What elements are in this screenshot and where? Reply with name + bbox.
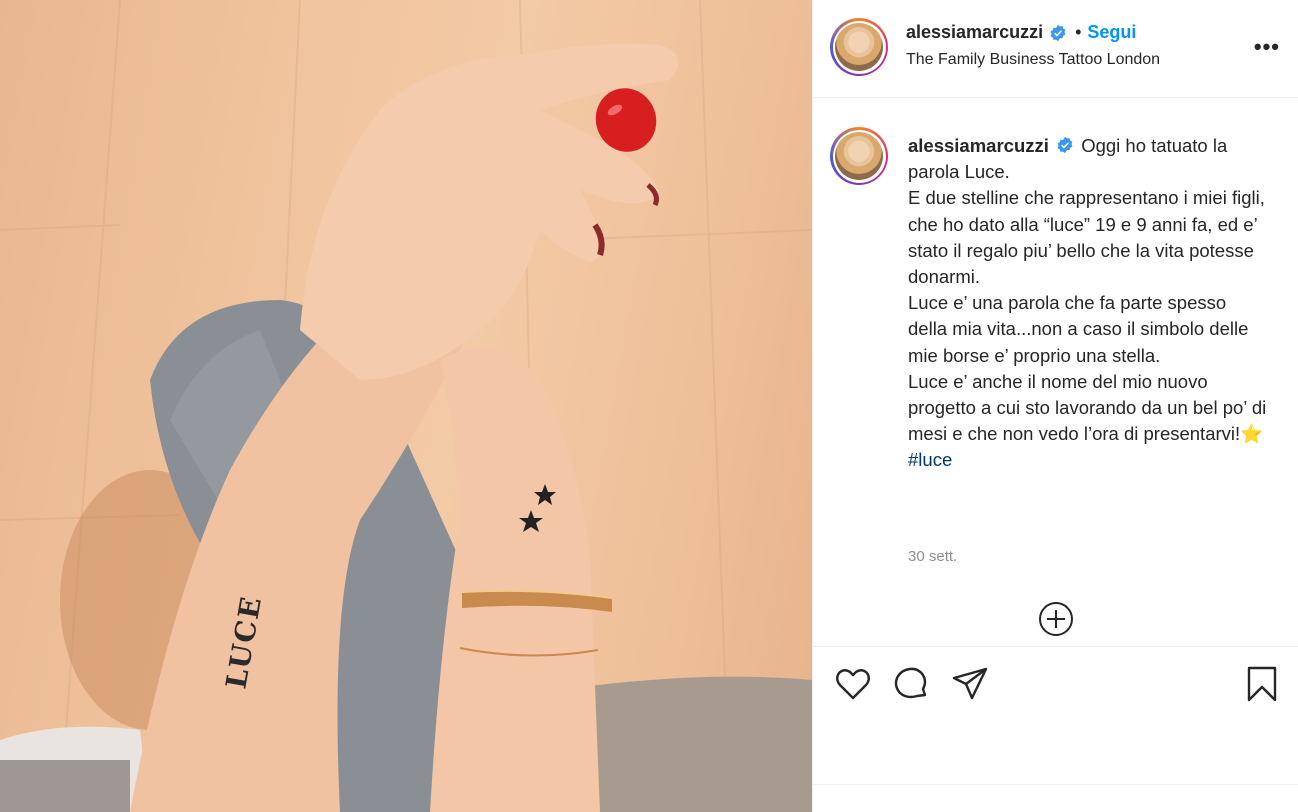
verified-badge-icon	[1057, 136, 1073, 154]
caption-line: Luce e’ anche il nome del mio nuovo prog…	[908, 370, 1267, 445]
share-icon[interactable]	[951, 665, 989, 703]
avatar[interactable]	[830, 18, 888, 76]
caption-line: Luce e’ una parola che fa parte spesso d…	[908, 292, 1249, 366]
comment-icon[interactable]	[892, 665, 930, 703]
heart-icon[interactable]	[834, 665, 872, 703]
header-username[interactable]: alessiamarcuzzi	[906, 22, 1043, 43]
caption-text: alessiamarcuzzi Oggi ho tatuato la parol…	[908, 133, 1268, 474]
post-header: alessiamarcuzzi • Segui The Family Busin…	[813, 0, 1298, 98]
action-bar	[813, 646, 1298, 812]
more-options-button[interactable]: •••	[1254, 34, 1280, 60]
follow-button[interactable]: Segui	[1087, 22, 1136, 43]
hashtag-link[interactable]: #luce	[908, 449, 952, 470]
post-photo[interactable]: LUCE	[0, 0, 812, 812]
location-link[interactable]: The Family Business Tattoo London	[906, 51, 1160, 69]
post-side-panel: alessiamarcuzzi • Segui The Family Busin…	[812, 0, 1298, 812]
plus-circle-icon[interactable]	[1038, 601, 1074, 637]
post-photo-illustration: LUCE	[0, 0, 812, 812]
avatar-image	[835, 132, 883, 180]
avatar-image	[835, 23, 883, 71]
separator-dot: •	[1075, 22, 1082, 42]
caption-username[interactable]: alessiamarcuzzi	[908, 135, 1049, 156]
caption-line: E due stelline che rappresentano i miei …	[908, 187, 1265, 288]
divider	[813, 784, 1298, 785]
verified-badge-icon	[1050, 24, 1066, 41]
post-timestamp[interactable]: 30 sett.	[908, 548, 957, 565]
bookmark-icon[interactable]	[1243, 665, 1281, 703]
caption-avatar[interactable]	[830, 127, 888, 185]
